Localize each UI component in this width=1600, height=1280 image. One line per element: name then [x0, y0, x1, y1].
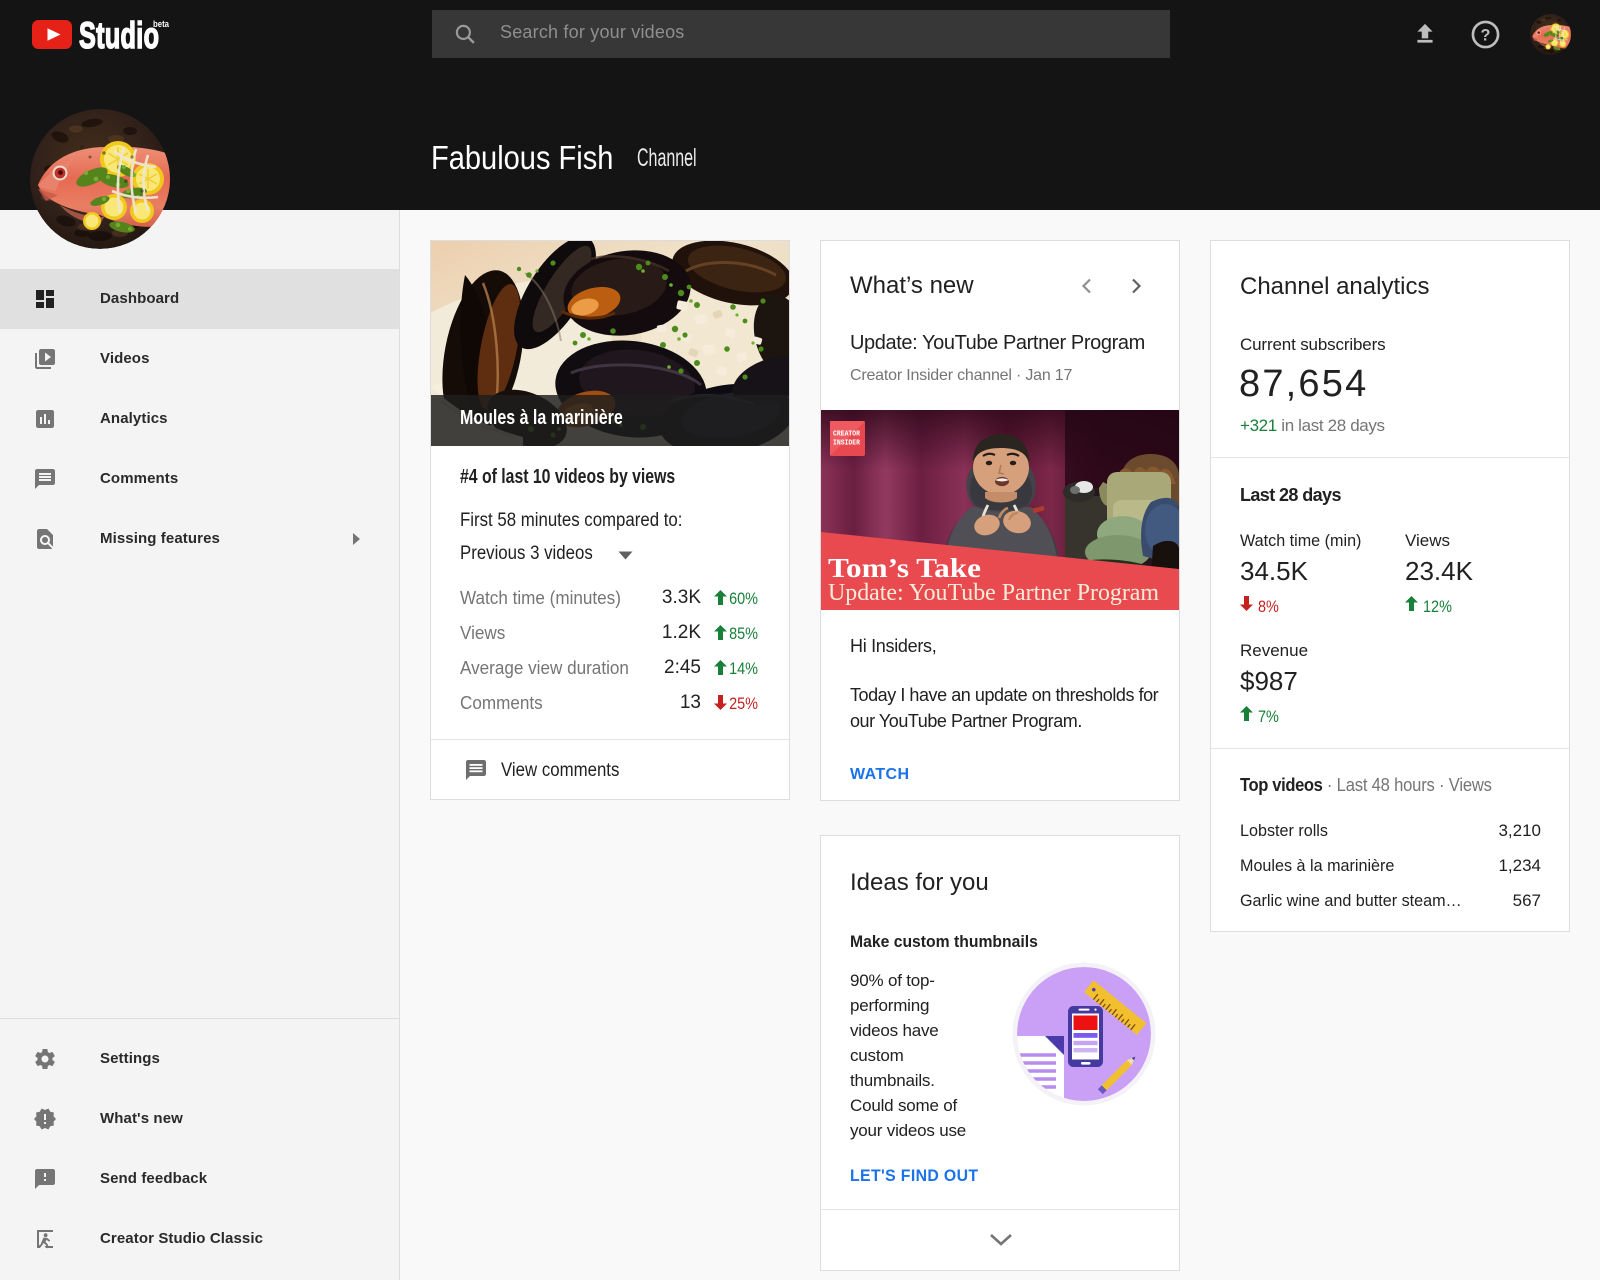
svg-text:INSIDER: INSIDER [833, 440, 861, 448]
svg-text:Update: YouTube Partner Progra: Update: YouTube Partner Program [828, 580, 1159, 606]
svg-text:CREATOR: CREATOR [833, 431, 861, 439]
svg-text:Tom’s Take: Tom’s Take [828, 553, 981, 583]
svg-text:?: ? [1481, 26, 1491, 44]
